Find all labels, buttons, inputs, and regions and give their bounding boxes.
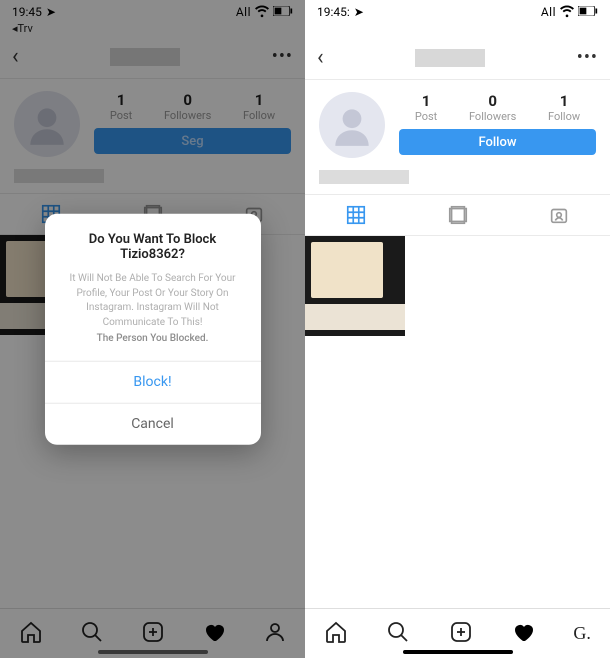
username-redacted: [415, 49, 485, 67]
profile-tabs: [305, 194, 610, 236]
nav-add-icon[interactable]: [141, 620, 165, 648]
screen-right: 19:45: ➤ All ‹ ••• 1Post 0Followers 1Fol…: [305, 0, 610, 658]
tab-grid[interactable]: [305, 195, 407, 235]
home-indicator[interactable]: [98, 650, 208, 654]
status-time: 19:45:: [317, 5, 350, 19]
username-redacted: [110, 48, 180, 66]
stat-following[interactable]: 1Follow: [548, 92, 580, 123]
nav-activity-icon[interactable]: [511, 620, 535, 648]
nav-search-icon[interactable]: [386, 620, 410, 648]
location-icon: ➤: [354, 5, 364, 19]
stat-posts[interactable]: 1Post: [415, 92, 437, 123]
follow-button[interactable]: Seg: [94, 128, 291, 154]
status-bar: 19:45: ➤ All: [305, 0, 610, 24]
battery-icon: [578, 5, 598, 19]
block-button[interactable]: Block!: [45, 360, 261, 402]
status-bar: 19:45 ➤ All: [0, 0, 305, 24]
profile-header: 1Post 0Followers 1Follow Seg: [0, 79, 305, 165]
location-icon: ➤: [46, 5, 56, 19]
stat-posts[interactable]: 1Post: [110, 91, 132, 122]
back-icon[interactable]: ‹: [317, 45, 324, 70]
post-thumbnail[interactable]: [305, 236, 405, 336]
back-icon[interactable]: ‹: [12, 44, 19, 69]
tab-tagged[interactable]: [508, 195, 610, 235]
follow-button[interactable]: Follow: [399, 129, 596, 155]
posts-grid: [305, 236, 610, 608]
nav-home-icon[interactable]: [324, 620, 348, 648]
nav-header: ‹ •••: [0, 35, 305, 79]
dialog-title: Do You Want To Block Tizio8362?: [57, 232, 249, 262]
sub-status: ◂Trv: [0, 22, 305, 35]
avatar[interactable]: [14, 91, 80, 157]
nav-search-icon[interactable]: [80, 620, 104, 648]
stat-followers[interactable]: 0Followers: [164, 91, 211, 122]
carrier-label: All: [541, 5, 556, 19]
nav-header: ‹ •••: [305, 36, 610, 80]
stats-row: 1Post 0Followers 1Follow: [399, 92, 596, 123]
battery-icon: [273, 5, 293, 19]
block-confirm-dialog: Do You Want To Block Tizio8362? It Will …: [45, 214, 261, 445]
screen-left: 19:45 ➤ All ◂Trv ‹ ••• 1Post 0Followers …: [0, 0, 305, 658]
profile-header: 1Post 0Followers 1Follow Follow: [305, 80, 610, 166]
nav-home-icon[interactable]: [19, 620, 43, 648]
nav-profile-icon[interactable]: [263, 620, 287, 648]
display-name-redacted: [319, 170, 409, 184]
home-indicator[interactable]: [403, 650, 513, 654]
avatar[interactable]: [319, 92, 385, 158]
carrier-label: All: [236, 5, 251, 19]
more-icon[interactable]: •••: [272, 46, 293, 67]
display-name-redacted: [14, 169, 104, 183]
dialog-message: It Will Not Be Able To Search For Your P…: [57, 272, 249, 347]
status-time: 19:45: [12, 5, 42, 19]
stat-following[interactable]: 1Follow: [243, 91, 275, 122]
tab-feed[interactable]: [407, 195, 509, 235]
stat-followers[interactable]: 0Followers: [469, 92, 516, 123]
cancel-button[interactable]: Cancel: [45, 402, 261, 444]
nav-activity-icon[interactable]: [202, 620, 226, 648]
more-icon[interactable]: •••: [577, 47, 598, 68]
stats-row: 1Post 0Followers 1Follow: [94, 91, 291, 122]
nav-extra-label[interactable]: G.: [573, 623, 591, 644]
wifi-icon: [560, 4, 574, 21]
nav-add-icon[interactable]: [449, 620, 473, 648]
wifi-icon: [255, 4, 269, 21]
